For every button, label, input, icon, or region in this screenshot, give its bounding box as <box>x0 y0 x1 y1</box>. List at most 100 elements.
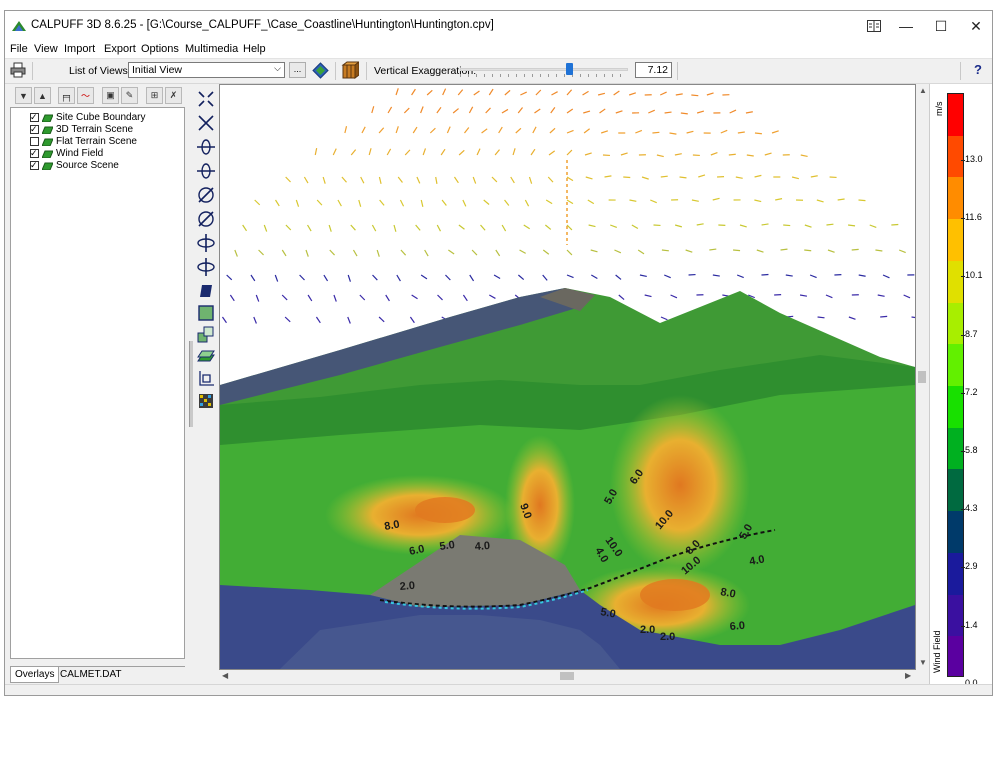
contour-label: 5.0 <box>439 539 456 553</box>
layer-icon <box>42 138 53 146</box>
checkbox[interactable] <box>30 111 39 123</box>
legend-tick-label: 13.0 <box>965 154 983 164</box>
list-of-views-select[interactable]: Initial View ⌵ <box>128 62 285 78</box>
tab-calmet[interactable]: CALMET.DAT <box>56 667 126 682</box>
menu-file[interactable]: File <box>10 43 28 55</box>
slider-thumb[interactable] <box>566 63 573 75</box>
menu-view[interactable]: View <box>34 43 58 55</box>
print-button[interactable] <box>10 62 26 78</box>
vertical-exaggeration-slider[interactable] <box>460 63 628 77</box>
wind-vector <box>783 224 791 227</box>
tree-item[interactable]: Wind Field <box>30 147 103 159</box>
menu-options[interactable]: Options <box>141 43 179 55</box>
list-of-views-label: List of Views: <box>69 65 131 77</box>
horizontal-scrollbar[interactable]: ◀ ▶ <box>219 670 916 682</box>
tilt-up-button[interactable] <box>196 185 216 205</box>
help-button[interactable]: ? <box>974 62 982 77</box>
zoom-in-button[interactable] <box>196 89 216 109</box>
plume-core-right <box>640 579 710 611</box>
move-down-button[interactable]: ▼ <box>15 87 32 104</box>
contour-label: 4.0 <box>474 540 490 553</box>
legend-color-band <box>948 344 963 387</box>
checkbox[interactable] <box>30 159 39 171</box>
view-orientation-button[interactable] <box>312 62 329 79</box>
layer-settings-button[interactable]: ▣ <box>102 87 119 104</box>
tilt-down-button[interactable] <box>196 209 216 229</box>
restore-layout-button[interactable] <box>856 11 892 41</box>
move-up-button[interactable]: ▲ <box>34 87 51 104</box>
menu-multimedia[interactable]: Multimedia <box>185 43 238 55</box>
spin-right-button[interactable] <box>196 257 216 277</box>
scroll-thumb[interactable] <box>560 672 574 680</box>
checkbox[interactable] <box>30 147 39 159</box>
legend-tick-mark <box>961 626 965 627</box>
checkbox[interactable] <box>30 136 39 146</box>
axes-button[interactable] <box>196 369 216 389</box>
contour-label: 2.0 <box>640 624 655 636</box>
properties-button[interactable]: ╒╕ <box>58 87 75 104</box>
tree-item-label: Source Scene <box>56 159 119 171</box>
chart-button[interactable]: 〜 <box>77 87 94 104</box>
axes-box-icon <box>199 371 214 386</box>
delete-layer-button[interactable]: ✗ <box>165 87 182 104</box>
layers-button[interactable] <box>196 347 216 367</box>
wind-vector <box>733 249 741 252</box>
edit-layer-button[interactable]: ✎ <box>121 87 138 104</box>
legend-tick-mark <box>961 393 965 394</box>
rotate-diagonal-icon <box>198 187 214 203</box>
tab-overlays[interactable]: Overlays <box>10 667 60 683</box>
select-region-button[interactable] <box>196 325 216 345</box>
zoom-out-button[interactable] <box>196 113 216 133</box>
legend-color-band <box>948 135 963 179</box>
scene-box-button[interactable] <box>341 61 361 80</box>
wind-vector <box>691 94 699 97</box>
app-icon <box>12 21 26 31</box>
minimize-button[interactable]: — <box>888 11 924 41</box>
maximize-button[interactable]: ☐ <box>923 11 959 41</box>
tree-item-label: Site Cube Boundary <box>56 111 146 123</box>
scroll-left-icon[interactable]: ◀ <box>222 671 228 680</box>
menu-help[interactable]: Help <box>243 43 266 55</box>
menu-export[interactable]: Export <box>104 43 136 55</box>
zoom-out-arrows-icon <box>198 115 214 131</box>
add-layer-icon: ⊞ <box>150 90 159 100</box>
menu-import[interactable]: Import <box>64 43 95 55</box>
legend-tick-mark <box>961 276 965 277</box>
scroll-thumb[interactable] <box>918 371 926 383</box>
legend-tick-mark <box>961 509 965 510</box>
browse-views-button[interactable]: ... <box>289 62 306 78</box>
scroll-right-icon[interactable]: ▶ <box>905 671 911 680</box>
close-button[interactable]: ✕ <box>958 11 992 41</box>
legend-color-band <box>948 594 963 638</box>
add-layer-button[interactable]: ⊞ <box>146 87 163 104</box>
3d-viewport[interactable]: 8.0 6.0 5.0 4.0 2.0 9.0 4.0 10.0 5.0 6.0 10.0 8.0 10… <box>219 84 916 670</box>
tree-item[interactable]: 3D Terrain Scene <box>30 123 133 135</box>
terrain-scene[interactable]: 8.06.0 5.0 4.02.09.04.010.05.06.010.08.010… <box>220 85 915 669</box>
toolbar-separator <box>677 62 678 80</box>
rotate-left-button[interactable] <box>196 137 216 157</box>
frame-view-button[interactable] <box>196 303 216 323</box>
vertical-scrollbar[interactable]: ▲ ▼ <box>916 84 928 670</box>
overlays-tree[interactable]: Site Cube Boundary 3D Terrain Scene Flat… <box>10 107 185 659</box>
solid-view-button[interactable] <box>196 281 216 301</box>
checkbox[interactable] <box>30 123 39 135</box>
scroll-up-icon[interactable]: ▲ <box>919 86 927 95</box>
grid-button[interactable] <box>196 391 216 411</box>
rotate-right-button[interactable] <box>196 161 216 181</box>
tree-toolbar: ▼ ▲ ╒╕ 〜 ▣ ✎ ⊞ ✗ <box>10 87 186 107</box>
tree-item[interactable]: Site Cube Boundary <box>30 111 146 123</box>
spin-left-button[interactable] <box>196 233 216 253</box>
scroll-down-icon[interactable]: ▼ <box>919 658 927 667</box>
solid-cube-icon <box>200 285 212 297</box>
legend-color-band <box>948 636 963 676</box>
wind-vector <box>761 273 769 276</box>
tree-item[interactable]: Source Scene <box>30 159 119 171</box>
tree-item[interactable]: Flat Terrain Scene <box>30 135 137 147</box>
list-of-views-value: Initial View <box>132 64 182 76</box>
title-bar: CALPUFF 3D 8.6.25 - [G:\Course_CALPUFF_\… <box>5 11 992 41</box>
wind-vector <box>728 153 736 156</box>
cube-icon <box>341 61 361 79</box>
legend-tick-label: 5.8 <box>965 445 978 455</box>
wind-vector <box>804 249 812 252</box>
vertical-exaggeration-input[interactable]: 7.12 <box>635 62 672 78</box>
